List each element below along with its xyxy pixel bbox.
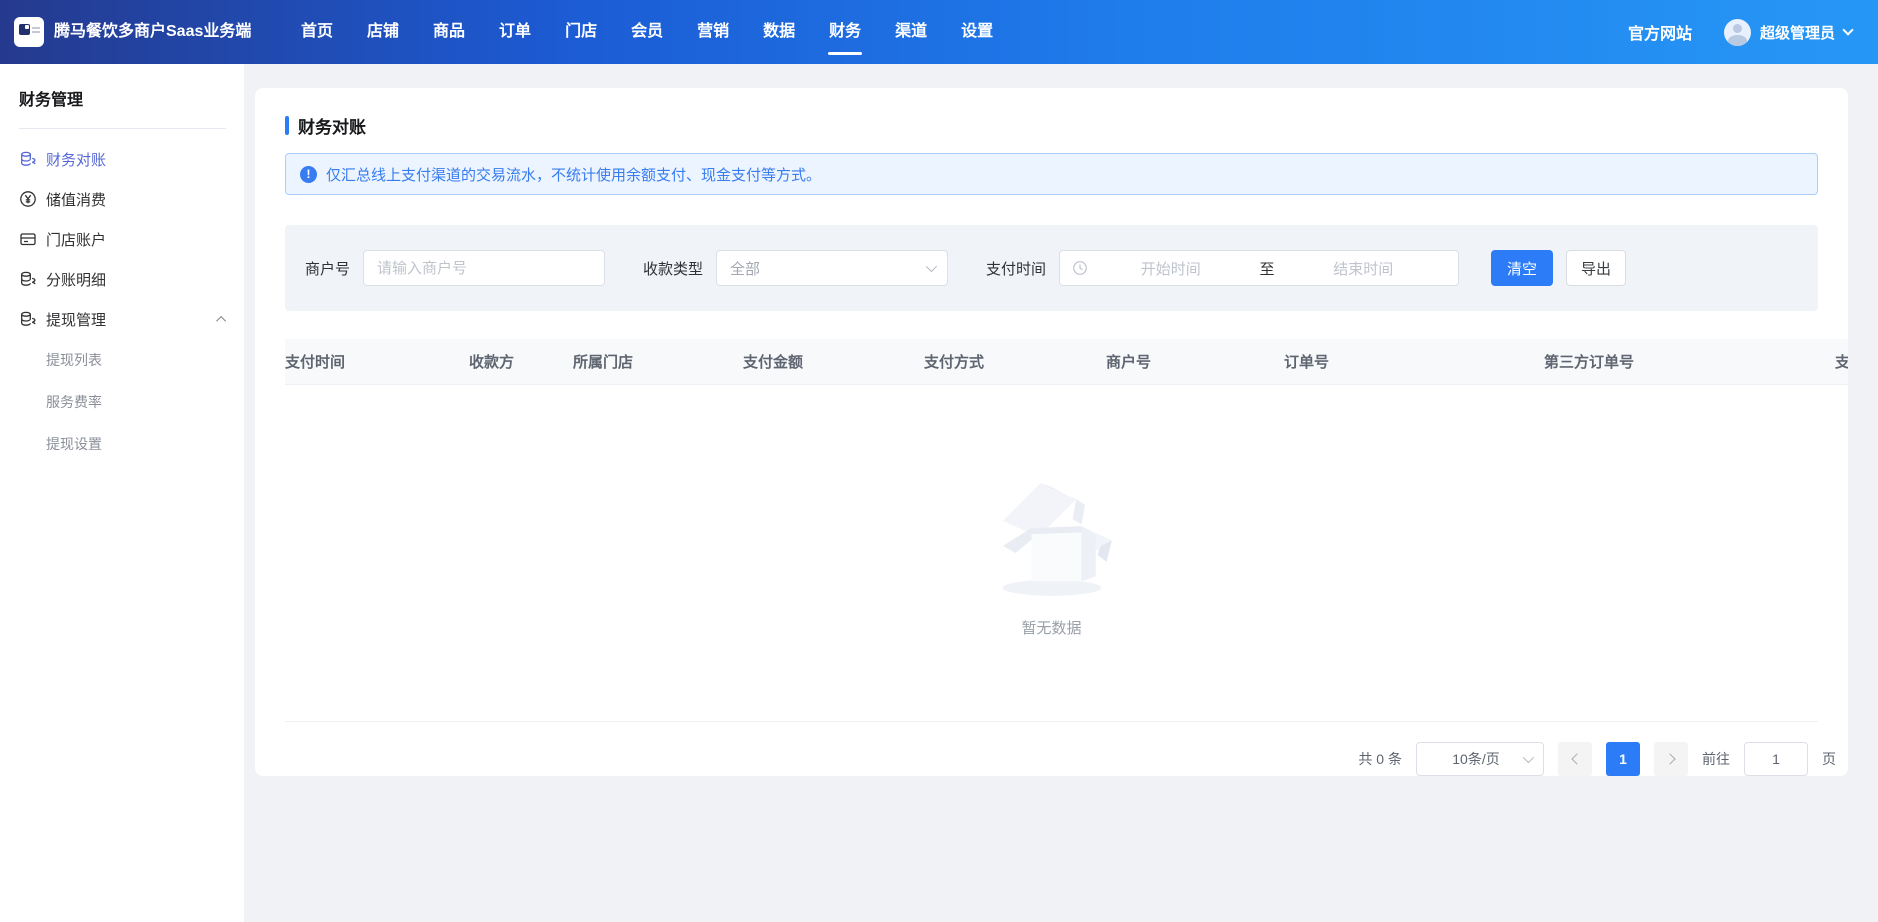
reconciliation-card: 财务对账 ! 仅汇总线上支付渠道的交易流水，不统计使用余额支付、现金支付等方式。… <box>255 88 1848 776</box>
sidebar-item-label: 财务对账 <box>46 149 106 170</box>
start-time-placeholder: 开始时间 <box>1088 258 1254 279</box>
empty-text: 暂无数据 <box>1021 617 1081 638</box>
title-accent-bar <box>285 116 289 135</box>
nav-item-order[interactable]: 订单 <box>482 0 548 64</box>
page-number-1[interactable]: 1 <box>1606 742 1640 776</box>
type-select-value: 全部 <box>730 258 926 279</box>
goto-page-input[interactable] <box>1744 742 1808 776</box>
chevron-left-icon <box>1571 753 1582 764</box>
sidebar-item-split-detail[interactable]: 分账明细 <box>19 259 226 299</box>
chevron-right-icon <box>1664 753 1675 764</box>
page-size-select[interactable]: 10条/页 <box>1416 742 1544 776</box>
page-title-row: 财务对账 <box>285 114 1848 136</box>
empty-box-icon <box>976 469 1128 603</box>
empty-state: 暂无数据 <box>285 385 1818 721</box>
clear-button[interactable]: 清空 <box>1491 250 1553 286</box>
chevron-down-icon <box>926 261 937 272</box>
sidebar: 财务管理 财务对账 储值消费 门店账户 分账明细 <box>0 64 244 922</box>
brand-title: 腾马餐饮多商户Saas业务端 <box>54 21 254 43</box>
chevron-down-icon <box>1842 24 1853 35</box>
date-separator: 至 <box>1254 258 1281 279</box>
brand: 腾马餐饮多商户Saas业务端 <box>14 17 266 47</box>
merchant-filter: 商户号 <box>305 250 605 286</box>
main-content: 财务对账 ! 仅汇总线上支付渠道的交易流水，不统计使用余额支付、现金支付等方式。… <box>244 64 1878 922</box>
sidebar-item-store-account[interactable]: 门店账户 <box>19 219 226 259</box>
info-icon: ! <box>300 166 317 183</box>
user-name: 超级管理员 <box>1760 22 1835 43</box>
col-pay-method: 支付方式 <box>924 351 1106 372</box>
export-button[interactable]: 导出 <box>1566 250 1626 286</box>
yen-circle-icon <box>19 190 37 208</box>
coins-icon <box>19 270 37 288</box>
col-truncated: 支付 <box>1835 351 1848 372</box>
merchant-input[interactable] <box>363 250 605 286</box>
chevron-down-icon <box>1523 752 1534 763</box>
nav-item-product[interactable]: 商品 <box>416 0 482 64</box>
sidebar-subitem-withdraw-settings[interactable]: 提现设置 <box>46 423 141 465</box>
sidebar-item-reconciliation[interactable]: 财务对账 <box>19 139 226 179</box>
sidebar-item-label: 门店账户 <box>46 229 106 250</box>
total-count: 共 0 条 <box>1358 749 1402 769</box>
nav-item-channel[interactable]: 渠道 <box>878 0 944 64</box>
page-size-value: 10条/页 <box>1429 749 1523 769</box>
coins-icon <box>19 150 37 168</box>
nav-item-data[interactable]: 数据 <box>746 0 812 64</box>
time-label: 支付时间 <box>986 258 1046 279</box>
end-time-placeholder: 结束时间 <box>1281 258 1447 279</box>
sidebar-item-withdraw-management[interactable]: 提现管理 <box>19 299 226 339</box>
sidebar-divider <box>19 128 226 129</box>
col-amount: 支付金额 <box>743 351 924 372</box>
info-alert: ! 仅汇总线上支付渠道的交易流水，不统计使用余额支付、现金支付等方式。 <box>285 153 1818 195</box>
sidebar-subitem-service-rate[interactable]: 服务费率 <box>46 381 141 423</box>
top-nav: 首页 店铺 商品 订单 门店 会员 营销 数据 财务 渠道 设置 <box>284 0 1010 64</box>
nav-item-home[interactable]: 首页 <box>284 0 350 64</box>
nav-item-store[interactable]: 门店 <box>548 0 614 64</box>
user-avatar <box>1724 19 1751 46</box>
sidebar-title: 财务管理 <box>19 86 226 110</box>
type-select[interactable]: 全部 <box>716 250 948 286</box>
sidebar-item-stored-value[interactable]: 储值消费 <box>19 179 226 219</box>
pagination: 共 0 条 10条/页 1 前往 页 <box>285 722 1848 776</box>
col-merchant-no: 商户号 <box>1106 351 1284 372</box>
sidebar-item-label: 提现管理 <box>46 309 106 330</box>
brand-logo-icon <box>14 17 44 47</box>
col-order-no: 订单号 <box>1284 351 1544 372</box>
card-icon <box>19 230 37 248</box>
type-filter: 收款类型 全部 <box>643 250 948 286</box>
user-menu[interactable]: 超级管理员 <box>1724 19 1852 46</box>
page-title: 财务对账 <box>298 113 366 138</box>
clock-icon <box>1072 260 1088 276</box>
nav-item-marketing[interactable]: 营销 <box>680 0 746 64</box>
chevron-up-icon <box>216 315 226 325</box>
table-header-row: 支付时间 收款方 所属门店 支付金额 支付方式 商户号 订单号 第三方订单号 支… <box>285 339 1848 385</box>
nav-item-settings[interactable]: 设置 <box>944 0 1010 64</box>
time-filter: 支付时间 开始时间 至 结束时间 <box>986 250 1459 286</box>
data-table: 支付时间 收款方 所属门店 支付金额 支付方式 商户号 订单号 第三方订单号 支… <box>285 339 1848 385</box>
next-page-button[interactable] <box>1654 742 1688 776</box>
filter-bar: 商户号 收款类型 全部 支付时间 <box>285 225 1818 311</box>
prev-page-button[interactable] <box>1558 742 1592 776</box>
top-header: 腾马餐饮多商户Saas业务端 首页 店铺 商品 订单 门店 会员 营销 数据 财… <box>0 0 1878 64</box>
sidebar-submenu: 提现列表 服务费率 提现设置 <box>19 339 226 465</box>
page-suffix: 页 <box>1822 749 1836 769</box>
nav-item-member[interactable]: 会员 <box>614 0 680 64</box>
official-site-link[interactable]: 官方网站 <box>1628 20 1692 44</box>
sidebar-item-label: 储值消费 <box>46 189 106 210</box>
merchant-label: 商户号 <box>305 258 350 279</box>
col-pay-time: 支付时间 <box>285 351 469 372</box>
nav-item-shop[interactable]: 店铺 <box>350 0 416 64</box>
date-range-picker[interactable]: 开始时间 至 结束时间 <box>1059 250 1459 286</box>
type-label: 收款类型 <box>643 258 703 279</box>
sidebar-subitem-withdraw-list[interactable]: 提现列表 <box>46 339 141 381</box>
col-store: 所属门店 <box>573 351 743 372</box>
col-third-order-no: 第三方订单号 <box>1544 351 1835 372</box>
sidebar-item-label: 分账明细 <box>46 269 106 290</box>
nav-item-finance[interactable]: 财务 <box>812 0 878 64</box>
alert-text: 仅汇总线上支付渠道的交易流水，不统计使用余额支付、现金支付等方式。 <box>326 164 821 185</box>
coins-icon <box>19 310 37 328</box>
col-payee: 收款方 <box>469 351 573 372</box>
goto-label: 前往 <box>1702 749 1730 769</box>
header-right: 官方网站 超级管理员 <box>1628 19 1852 46</box>
